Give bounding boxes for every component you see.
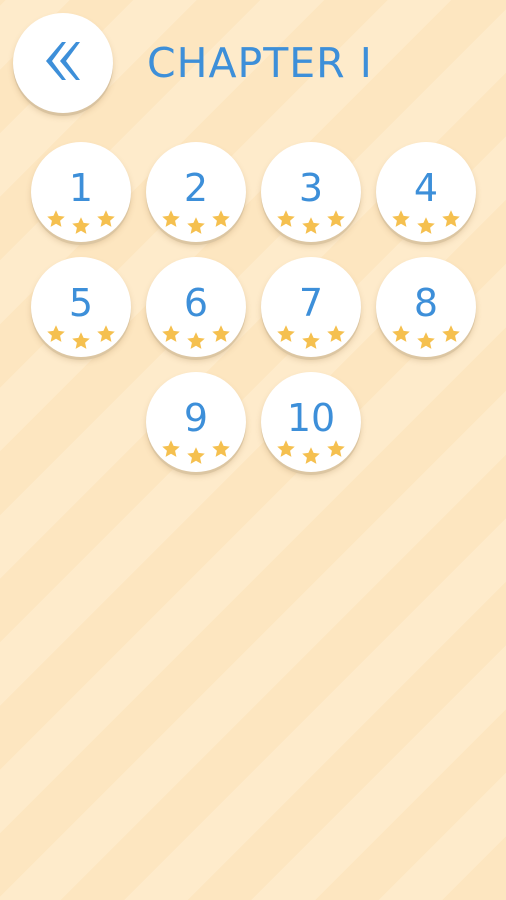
double-chevron-left-icon — [40, 38, 86, 88]
level-stars — [31, 257, 131, 357]
level-button-6[interactable]: 6 — [146, 257, 246, 357]
level-stars — [376, 257, 476, 357]
star-icon — [276, 439, 296, 459]
star-icon — [441, 209, 461, 229]
level-button-2[interactable]: 2 — [146, 142, 246, 242]
level-button-10[interactable]: 10 — [261, 372, 361, 472]
star-icon — [391, 209, 411, 229]
level-stars — [261, 372, 361, 472]
star-icon — [301, 331, 321, 351]
level-stars — [31, 142, 131, 242]
chapter-title: CHAPTER I — [147, 39, 373, 87]
star-icon — [301, 446, 321, 466]
star-icon — [161, 439, 181, 459]
star-icon — [276, 209, 296, 229]
level-button-7[interactable]: 7 — [261, 257, 361, 357]
star-icon — [441, 324, 461, 344]
level-stars — [146, 257, 246, 357]
star-icon — [416, 216, 436, 236]
level-stars — [261, 257, 361, 357]
star-icon — [96, 324, 116, 344]
star-icon — [71, 216, 91, 236]
star-icon — [46, 324, 66, 344]
level-button-1[interactable]: 1 — [31, 142, 131, 242]
star-icon — [186, 216, 206, 236]
star-icon — [211, 439, 231, 459]
star-icon — [161, 209, 181, 229]
star-icon — [276, 324, 296, 344]
star-icon — [391, 324, 411, 344]
star-icon — [161, 324, 181, 344]
star-icon — [211, 209, 231, 229]
star-icon — [211, 324, 231, 344]
level-stars — [376, 142, 476, 242]
star-icon — [301, 216, 321, 236]
star-icon — [326, 439, 346, 459]
level-stars — [146, 142, 246, 242]
star-icon — [416, 331, 436, 351]
back-button[interactable] — [13, 13, 113, 113]
star-icon — [326, 209, 346, 229]
level-button-8[interactable]: 8 — [376, 257, 476, 357]
level-button-9[interactable]: 9 — [146, 372, 246, 472]
star-icon — [71, 331, 91, 351]
star-icon — [186, 446, 206, 466]
level-button-5[interactable]: 5 — [31, 257, 131, 357]
star-icon — [186, 331, 206, 351]
star-icon — [96, 209, 116, 229]
level-stars — [146, 372, 246, 472]
level-stars — [261, 142, 361, 242]
level-button-3[interactable]: 3 — [261, 142, 361, 242]
star-icon — [46, 209, 66, 229]
star-icon — [326, 324, 346, 344]
level-button-4[interactable]: 4 — [376, 142, 476, 242]
